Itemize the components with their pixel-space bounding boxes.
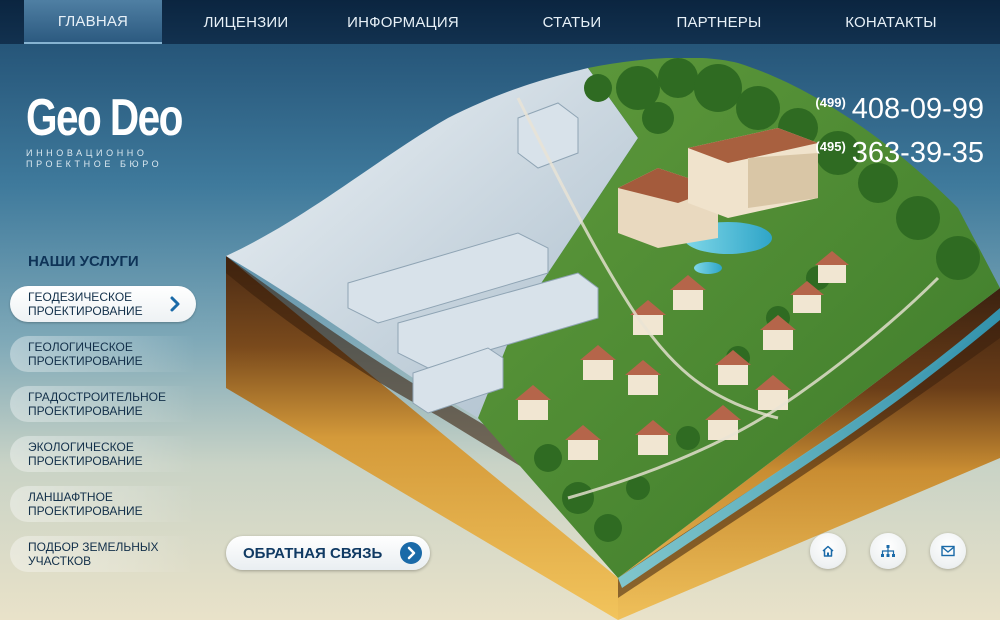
home-icon	[822, 545, 834, 557]
nav-item-label: СТАТЬИ	[542, 13, 602, 31]
nav-item-contacts[interactable]: КОНАТАКТЫ	[826, 0, 956, 44]
service-landscape[interactable]: ЛАНШАФТНОЕ ПРОЕКТИРОВАНИЕ	[10, 486, 196, 522]
service-urban-planning[interactable]: ГРАДОСТРОИТЕЛЬНОЕ ПРОЕКТИРОВАНИЕ	[10, 386, 196, 422]
service-label-line: ГЕОДЕЗИЧЕСКОЕ	[28, 290, 133, 304]
sitemap-button[interactable]	[870, 533, 906, 569]
nav-item-articles[interactable]: СТАТЬИ	[522, 0, 622, 44]
phone-line-1: (499) 408-09-99	[815, 86, 984, 130]
feedback-label: ОБРАТНАЯ СВЯЗЬ	[243, 544, 383, 562]
service-label-line: ПРОЕКТИРОВАНИЕ	[28, 304, 143, 318]
home-button[interactable]	[810, 533, 846, 569]
service-label-line: ПРОЕКТИРОВАНИЕ	[28, 354, 143, 368]
nav-item-home[interactable]: ГЛАВНАЯ	[24, 0, 162, 44]
service-ecological[interactable]: ЭКОЛОГИЧЕСКОЕ ПРОЕКТИРОВАНИЕ	[10, 436, 196, 472]
service-label-line: ГЕОЛОГИЧЕСКОЕ	[28, 340, 133, 354]
service-land-selection[interactable]: ПОДБОР ЗЕМЕЛЬНЫХ УЧАСТКОВ	[10, 536, 196, 572]
service-label-line: ПРОЕКТИРОВАНИЕ	[28, 404, 143, 418]
nav-item-label: ПАРТНЕРЫ	[676, 13, 762, 31]
service-label-line: УЧАСТКОВ	[28, 554, 92, 568]
mail-button[interactable]	[930, 533, 966, 569]
service-label: ЛАНШАФТНОЕ ПРОЕКТИРОВАНИЕ	[28, 490, 178, 518]
nav-item-label: ЛИЦЕНЗИИ	[203, 13, 289, 31]
phone-number: 408-09-99	[851, 93, 984, 125]
service-label-line: ЛАНШАФТНОЕ	[28, 490, 113, 504]
phone-code: (495)	[815, 139, 846, 154]
services-menu: ГЕОДЕЗИЧЕСКОЕ ПРОЕКТИРОВАНИЕ ГЕОЛОГИЧЕСК…	[10, 286, 196, 586]
service-label: ЭКОЛОГИЧЕСКОЕ ПРОЕКТИРОВАНИЕ	[28, 440, 178, 468]
phone-numbers: (499) 408-09-99 (495) 363-39-35	[815, 86, 984, 174]
arrow-right-circle-icon	[400, 542, 422, 564]
nav-item-label: КОНАТАКТЫ	[845, 13, 937, 31]
nav-item-licenses[interactable]: ЛИЦЕНЗИИ	[182, 0, 310, 44]
service-label: ПОДБОР ЗЕМЕЛЬНЫХ УЧАСТКОВ	[28, 540, 178, 568]
nav-item-information[interactable]: ИНФОРМАЦИЯ	[328, 0, 478, 44]
chevron-right-icon	[170, 296, 180, 312]
service-geological[interactable]: ГЕОЛОГИЧЕСКОЕ ПРОЕКТИРОВАНИЕ	[10, 336, 196, 372]
service-label-line: ПРОЕКТИРОВАНИЕ	[28, 504, 143, 518]
services-heading: НАШИ УСЛУГИ	[28, 253, 139, 270]
nav-item-label: ГЛАВНАЯ	[57, 12, 129, 30]
service-geodesic[interactable]: ГЕОДЕЗИЧЕСКОЕ ПРОЕКТИРОВАНИЕ	[10, 286, 196, 322]
logo-subtitle-line-1: ИННОВАЦИОННО	[26, 148, 148, 158]
logo-title: Geo Deo	[26, 89, 183, 147]
service-label-line: ЭКОЛОГИЧЕСКОЕ	[28, 440, 134, 454]
logo-subtitle-line-2: ПРОЕКТНОЕ БЮРО	[26, 159, 163, 169]
site-logo[interactable]: Geo Deo ИННОВАЦИОННО ПРОЕКТНОЕ БЮРО	[26, 92, 226, 170]
phone-number: 363-39-35	[851, 137, 984, 169]
service-label-line: ГРАДОСТРОИТЕЛЬНОЕ	[28, 390, 166, 404]
phone-code: (499)	[815, 95, 846, 110]
service-label: ГЕОДЕЗИЧЕСКОЕ ПРОЕКТИРОВАНИЕ	[28, 290, 178, 318]
service-label-line: ПРОЕКТИРОВАНИЕ	[28, 454, 143, 468]
top-navigation: ГЛАВНАЯ ЛИЦЕНЗИИ ИНФОРМАЦИЯ СТАТЬИ ПАРТН…	[0, 0, 1000, 44]
feedback-button[interactable]: ОБРАТНАЯ СВЯЗЬ	[226, 536, 430, 570]
service-label: ГЕОЛОГИЧЕСКОЕ ПРОЕКТИРОВАНИЕ	[28, 340, 178, 368]
nav-item-partners[interactable]: ПАРТНЕРЫ	[654, 0, 784, 44]
mail-icon	[941, 545, 955, 557]
service-label: ГРАДОСТРОИТЕЛЬНОЕ ПРОЕКТИРОВАНИЕ	[28, 390, 178, 418]
phone-line-2: (495) 363-39-35	[815, 130, 984, 174]
sitemap-icon	[881, 545, 895, 557]
service-label-line: ПОДБОР ЗЕМЕЛЬНЫХ	[28, 540, 159, 554]
nav-item-label: ИНФОРМАЦИЯ	[347, 13, 459, 31]
